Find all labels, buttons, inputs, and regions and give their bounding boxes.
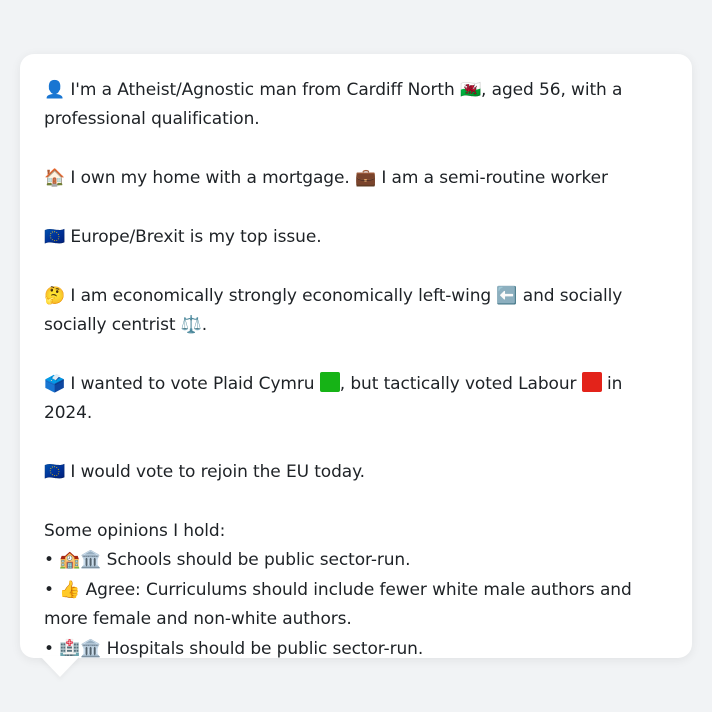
bubble-tail xyxy=(40,656,80,677)
message-bubble: 👤 I'm a Atheist/Agnostic man from Cardif… xyxy=(20,54,692,659)
eu-rejoin-line: 🇪🇺 I would vote to rejoin the EU today. xyxy=(44,462,365,483)
plaid-green-square-icon xyxy=(319,372,340,392)
opinion-item: • 👍 Agree: Curriculums should include fe… xyxy=(44,579,632,630)
ideology-line: 🤔 I am economically strongly economicall… xyxy=(44,285,623,336)
identity-line: 👤 I'm a Atheist/Agnostic man from Cardif… xyxy=(44,80,623,130)
opinion-item: • 🏥🏛️ Hospitals should be public sector-… xyxy=(44,638,424,659)
message-content: 👤 I'm a Atheist/Agnostic man from Cardif… xyxy=(44,76,668,664)
voting-line: 🗳️ I wanted to vote Plaid Cymru , but ta… xyxy=(44,370,668,429)
voting-line-prefix: 🗳️ I wanted to vote Plaid Cymru xyxy=(44,374,320,394)
opinions-heading: Some opinions I hold: xyxy=(44,521,226,541)
voting-line-middle: , but tactically voted Labour xyxy=(339,374,582,394)
top-issue-line: 🇪🇺 Europe/Brexit is my top issue. xyxy=(44,227,322,247)
opinion-item: • 🏫🏛️ Schools should be public sector-ru… xyxy=(44,550,411,571)
housing-work-line: 🏠 I own my home with a mortgage. 💼 I am … xyxy=(44,168,608,189)
labour-red-square-icon xyxy=(581,372,602,392)
